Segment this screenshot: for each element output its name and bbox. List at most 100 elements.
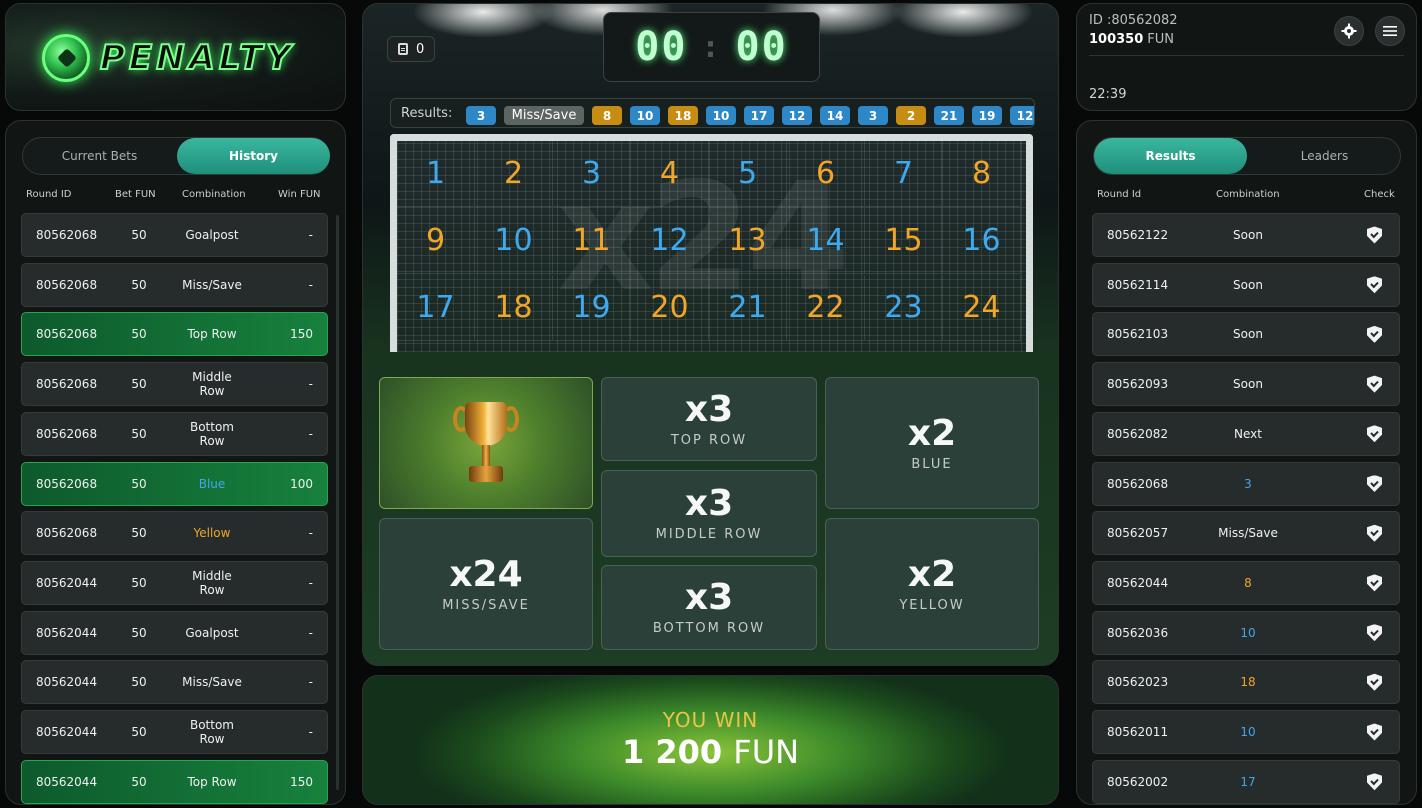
shield-check-icon[interactable] [1367, 624, 1382, 642]
miss-save-bet-button[interactable]: x24 MISS/SAVE [379, 518, 593, 650]
shield-check-icon[interactable] [1367, 574, 1382, 592]
yellow-bet-button[interactable]: x2 YELLOW [825, 518, 1039, 650]
goal-cell[interactable]: 8 [943, 141, 1021, 207]
history-row[interactable]: 80562044 50 Goalpost - [21, 610, 328, 655]
win-amount: - [308, 277, 313, 292]
goal-cell[interactable]: 19 [553, 275, 631, 341]
clipboard-icon [398, 43, 408, 55]
result-row[interactable]: 80562044 8 [1092, 560, 1400, 605]
goal-cell[interactable]: 11 [553, 208, 631, 274]
goal-cell[interactable]: 14 [787, 208, 865, 274]
history-row[interactable]: 80562044 50 Miss/Save - [21, 660, 328, 705]
goal-cell[interactable]: 3 [553, 141, 631, 207]
shield-check-icon[interactable] [1367, 524, 1382, 542]
miss-save-label: MISS/SAVE [442, 597, 530, 613]
bottom-row-bet-button[interactable]: x3 BOTTOM ROW [601, 565, 817, 650]
shield-check-icon[interactable] [1367, 723, 1382, 741]
shield-check-icon[interactable] [1367, 773, 1382, 791]
bet-amount: 50 [131, 774, 147, 789]
goal-cell[interactable]: 16 [943, 208, 1021, 274]
logo-panel: PENALTY [5, 3, 346, 111]
goal-cell[interactable]: 6 [787, 141, 865, 207]
goal-cell[interactable]: 12 [631, 208, 709, 274]
shield-check-icon[interactable] [1367, 673, 1382, 691]
goal-cell[interactable]: 18 [475, 275, 553, 341]
bet-amount: 50 [131, 575, 147, 590]
shield-check-icon[interactable] [1367, 325, 1382, 343]
history-row[interactable]: 80562068 50 Blue 100 [21, 461, 328, 506]
middle-row-bet-button[interactable]: x3 MIDDLE ROW [601, 470, 817, 557]
goalpost-bet-button[interactable] [379, 377, 593, 509]
settings-button[interactable] [1334, 16, 1364, 46]
history-row[interactable]: 80562068 50 Top Row 150 [21, 312, 328, 357]
goal-cell[interactable]: 7 [865, 141, 943, 207]
goal-cell[interactable]: 15 [865, 208, 943, 274]
tab-current-bets[interactable]: Current Bets [23, 138, 176, 174]
goal-cell[interactable]: 22 [787, 275, 865, 341]
win-banner: YOU WIN 1 200 FUN [362, 675, 1059, 805]
result-row[interactable]: 80562122 Soon [1092, 213, 1400, 257]
history-row[interactable]: 80562044 50 Middle Row - [21, 560, 328, 605]
history-row[interactable]: 80562068 50 Middle Row - [21, 362, 328, 407]
round-id: 80562002 [1107, 774, 1169, 789]
result-row[interactable]: 80562093 Soon [1092, 362, 1400, 407]
tab-history[interactable]: History [177, 138, 330, 174]
history-row[interactable]: 80562068 50 Goalpost - [21, 213, 328, 257]
goal-cell[interactable]: 17 [397, 275, 475, 341]
bet-amount: 50 [131, 625, 147, 640]
history-row[interactable]: 80562044 50 Bottom Row - [21, 710, 328, 754]
history-row[interactable]: 80562068 50 Bottom Row - [21, 411, 328, 456]
win-amount: - [308, 228, 313, 242]
result-row[interactable]: 80562057 Miss/Save [1092, 511, 1400, 556]
history-scrollbar[interactable] [336, 215, 339, 790]
win-amount-value: 1 200 [621, 733, 723, 771]
goal-cell[interactable]: 4 [631, 141, 709, 207]
goal-cell[interactable]: 23 [865, 275, 943, 341]
result-row[interactable]: 80562011 10 [1092, 710, 1400, 754]
column-check: Check [1364, 189, 1395, 200]
result-row[interactable]: 80562068 3 [1092, 461, 1400, 506]
results-label: Results: [401, 106, 453, 121]
combination: 18 [1240, 675, 1256, 690]
history-panel: Current Bets History Round ID Bet FUN Co… [5, 120, 346, 805]
blue-bet-button[interactable]: x2 BLUE [825, 377, 1039, 509]
shield-check-icon[interactable] [1367, 226, 1382, 244]
result-chip: 10 [630, 106, 660, 125]
history-row[interactable]: 80562044 50 Top Row 150 [21, 759, 328, 804]
result-chip: 3 [858, 106, 888, 125]
result-row[interactable]: 80562082 Next [1092, 411, 1400, 456]
win-amount: - [308, 575, 313, 590]
bet-amount: 50 [131, 277, 147, 292]
goal-cell[interactable]: 24 [943, 275, 1021, 341]
history-row[interactable]: 80562068 50 Yellow - [21, 511, 328, 556]
goal-cell[interactable]: 5 [709, 141, 787, 207]
result-row[interactable]: 80562103 Soon [1092, 312, 1400, 357]
win-amount: 150 [290, 327, 313, 342]
bet-slip-counter[interactable]: 0 [387, 36, 436, 62]
goal-cell[interactable]: 21 [709, 275, 787, 341]
shield-check-icon[interactable] [1367, 425, 1382, 443]
combination: Middle Row [192, 568, 232, 597]
result-row[interactable]: 80562023 18 [1092, 660, 1400, 705]
tab-results[interactable]: Results [1094, 138, 1247, 174]
goal-cell[interactable]: 10 [475, 208, 553, 274]
menu-button[interactable] [1375, 16, 1405, 46]
combination: Bottom Row [189, 419, 234, 448]
goal-cell[interactable]: 1 [397, 141, 475, 207]
goal-cell[interactable]: 2 [475, 141, 553, 207]
history-row[interactable]: 80562068 50 Miss/Save - [21, 262, 328, 307]
result-row[interactable]: 80562002 17 [1092, 759, 1400, 804]
goal-cell[interactable]: 13 [709, 208, 787, 274]
top-row-bet-button[interactable]: x3 TOP ROW [601, 377, 817, 461]
results-panel: Results Leaders Round Id Combination Che… [1076, 120, 1417, 805]
result-row[interactable]: 80562036 10 [1092, 610, 1400, 655]
goal-cell[interactable]: 20 [631, 275, 709, 341]
shield-check-icon[interactable] [1367, 276, 1382, 294]
result-chip: 18 [668, 106, 698, 125]
goal-cell[interactable]: 9 [397, 208, 475, 274]
shield-check-icon[interactable] [1367, 475, 1382, 492]
tab-leaders[interactable]: Leaders [1248, 138, 1401, 174]
shield-check-icon[interactable] [1367, 375, 1382, 393]
bet-amount: 50 [131, 725, 147, 739]
result-row[interactable]: 80562114 Soon [1092, 262, 1400, 307]
